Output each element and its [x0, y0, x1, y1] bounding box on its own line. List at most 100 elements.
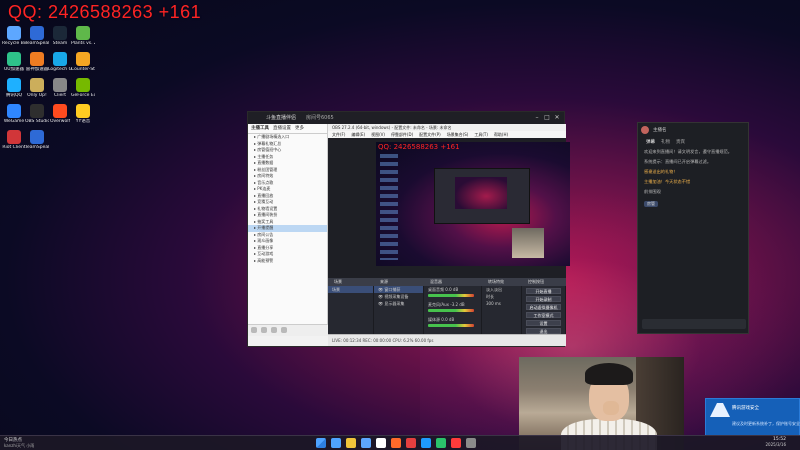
desktop-icon[interactable]: 雷神加速器: [25, 52, 49, 72]
news-widget[interactable]: 今日热点 kanzhi天气 小雨: [4, 437, 48, 450]
app-icon: [53, 104, 67, 118]
obs-control-button[interactable]: 启动虚拟摄像机: [526, 304, 561, 310]
obs-menu-item[interactable]: 文件(F): [332, 131, 345, 138]
taskbar-app-icon[interactable]: [436, 438, 446, 448]
scene-item[interactable]: 场景: [328, 286, 373, 293]
obs-control-button[interactable]: 开始录制: [526, 296, 561, 302]
tool-tab[interactable]: 更多: [295, 125, 304, 132]
system-clock[interactable]: 15:52 2025/3/16: [765, 437, 786, 447]
taskbar-app-icon[interactable]: [391, 438, 401, 448]
obs-menu-item[interactable]: 编辑(E): [351, 131, 365, 138]
security-notification[interactable]: 腾讯游戏安全 建议及时更新系统补丁，保护账号安全: [705, 398, 800, 436]
obs-menu-item[interactable]: 场景集合(S): [447, 131, 469, 138]
obs-control-button[interactable]: 工作室模式: [526, 312, 561, 318]
chat-message: 感谢送出的礼物！: [644, 169, 678, 174]
desktop-icon[interactable]: Plants vs. Zombies: [71, 26, 95, 46]
chat-tab[interactable]: 礼物: [661, 139, 670, 145]
webcam-hand: [603, 401, 619, 415]
taskbar-app-icon[interactable]: [451, 438, 461, 448]
desktop-icon[interactable]: Only Up!: [25, 78, 49, 98]
dock-header: 场景: [334, 279, 342, 284]
windows-start-icon[interactable]: [316, 438, 326, 448]
taskbar-app-icon[interactable]: [361, 438, 371, 448]
preview-overlay-text: QQ: 2426588263 +161: [378, 143, 460, 151]
desktop-icon[interactable]: UU加速器: [2, 52, 26, 72]
security-logo-icon: [710, 403, 730, 417]
obs-control-button[interactable]: 开始直播: [526, 288, 561, 294]
settings-icon[interactable]: [261, 327, 267, 333]
obs-control-button[interactable]: 设置: [526, 320, 561, 326]
room-id: 房间号6065: [306, 115, 334, 121]
desktop-icon[interactable]: 腾讯QQ: [2, 78, 26, 98]
obs-menu-item[interactable]: 停靠部件(D): [391, 131, 413, 138]
taskbar-app-icon[interactable]: [466, 438, 476, 448]
close-icon[interactable]: ✕: [552, 113, 562, 123]
taskbar-app-icon[interactable]: [346, 438, 356, 448]
desktop-icon[interactable]: Recycle Bin: [2, 26, 26, 46]
desktop-icon[interactable]: GeForce Experience: [71, 78, 95, 98]
minimize-icon[interactable]: –: [532, 113, 542, 123]
obs-preview[interactable]: QQ: 2426588263 +161: [376, 142, 570, 266]
source-item[interactable]: 👁 视频采集设备: [374, 293, 423, 300]
obs-menu-bar: 文件(F) 编辑(E) 视图(V) 停靠部件(D) 配置文件(P) 场景集合(S) 工具(T…: [328, 131, 566, 138]
chat-input[interactable]: [642, 319, 746, 329]
app-icon: [76, 78, 90, 92]
volume-meter[interactable]: [428, 309, 474, 312]
obs-menu-item[interactable]: 配置文件(P): [419, 131, 441, 138]
more-icon[interactable]: [281, 327, 287, 333]
desktop-icon[interactable]: Riot Client: [2, 130, 26, 150]
app-icon: [53, 78, 67, 92]
desktop-icon[interactable]: TeamSpeak Overlay: [25, 26, 49, 46]
obs-menu-item[interactable]: 帮助(H): [494, 131, 508, 138]
taskbar-app-icon[interactable]: [331, 438, 341, 448]
obs-status: LIVE: 00:12:34 REC: 00:00:00 CPU: 6.2% 6…: [332, 338, 434, 343]
avatar[interactable]: [641, 126, 649, 134]
add-icon[interactable]: [251, 327, 257, 333]
maximize-icon[interactable]: □: [542, 113, 552, 123]
taskbar-app-icon[interactable]: [376, 438, 386, 448]
volume-meter[interactable]: [428, 294, 474, 297]
app-icon: [76, 52, 90, 66]
desktop-icon-label: Plants vs. Zombies: [71, 41, 95, 46]
chat-tab[interactable]: 贵宾: [676, 139, 685, 145]
desktop-icon[interactable]: YY语音: [71, 104, 95, 124]
app-icon: [53, 52, 67, 66]
desktop-icon-label: OBS Studio: [25, 119, 49, 124]
desktop-icon-label: Logitech G HUB: [48, 67, 72, 72]
chat-tab[interactable]: 弹幕: [646, 139, 655, 145]
window-titlebar[interactable]: 斗鱼直播伴侣 房间号6065 – □ ✕: [248, 112, 564, 124]
dock-header: 混音器: [430, 279, 442, 284]
desktop-icon[interactable]: Cliert: [48, 78, 72, 98]
obs-window[interactable]: OBS 27.2.4 (64-bit, windows) - 配置文件: 未命名…: [328, 124, 570, 336]
tool-tab[interactable]: 直播设置: [273, 125, 291, 132]
transition-duration[interactable]: 300 ms: [482, 300, 521, 307]
source-item[interactable]: 👁 显示器采集: [374, 300, 423, 307]
obs-menu-item[interactable]: 视图(V): [371, 131, 385, 138]
desktop-icon[interactable]: Logitech G HUB: [48, 52, 72, 72]
tool-tab[interactable]: 主播工具: [251, 125, 269, 132]
volume-meter[interactable]: [428, 324, 474, 327]
app-icon: [7, 78, 21, 92]
desktop-icon[interactable]: Steam: [48, 26, 72, 46]
desktop-icon[interactable]: Counter-Strike 2: [71, 52, 95, 72]
taskbar-app-icon[interactable]: [421, 438, 431, 448]
streaming-assistant-window[interactable]: 斗鱼直播伴侣 房间号6065 – □ ✕ 主播工具 直播设置 更多 ▸ 广播剧场精选…: [247, 111, 570, 347]
desktop-icon[interactable]: WeGame: [2, 104, 26, 124]
source-item[interactable]: 👁 窗口捕获: [374, 286, 423, 293]
chat-message: 欢迎来到直播间！请文明发言，遵守直播规范。: [644, 149, 732, 154]
share-icon[interactable]: [271, 327, 277, 333]
desktop-icon[interactable]: Overwolf: [48, 104, 72, 124]
app-icon: [7, 104, 21, 118]
desktop-icon[interactable]: TeamSpeak 3 Client: [25, 130, 49, 150]
chat-message: 系统提示：直播间已开启弹幕过滤。: [644, 159, 712, 164]
mixer-channel-label: 麦克风/Aux -3.2 dB: [428, 302, 465, 307]
desktop-icon-label: Counter-Strike 2: [71, 67, 95, 72]
obs-title: OBS 27.2.4 (64-bit, windows) - 配置文件: 未命名…: [328, 124, 566, 131]
panel-toolbar: [248, 324, 328, 336]
chat-header: 主播名: [638, 123, 748, 137]
taskbar-app-icon[interactable]: [406, 438, 416, 448]
list-item[interactable]: ▸ 高能预警: [248, 258, 327, 265]
transition-select[interactable]: 淡入淡出: [482, 286, 521, 293]
desktop-icon[interactable]: OBS Studio: [25, 104, 49, 124]
obs-menu-item[interactable]: 工具(T): [474, 131, 488, 138]
